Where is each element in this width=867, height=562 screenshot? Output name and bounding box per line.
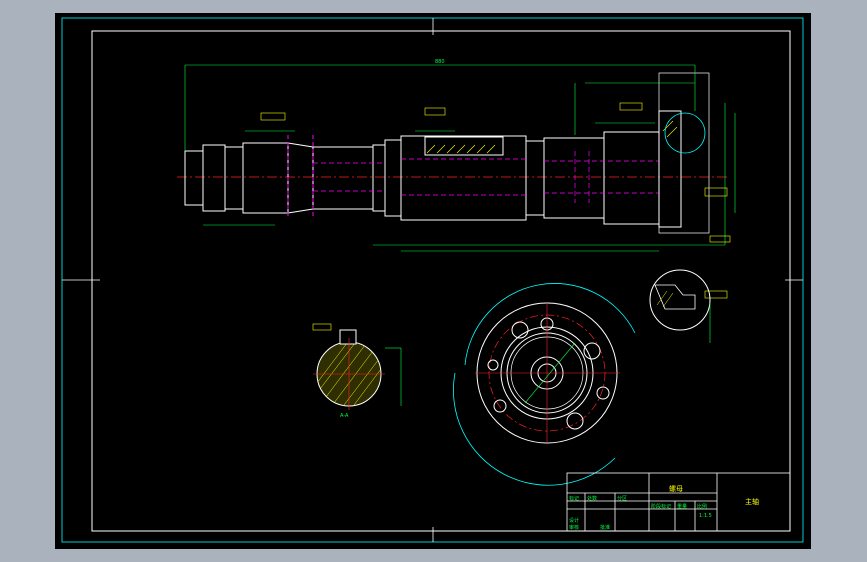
section-label: A-A — [340, 413, 349, 419]
title-cell-weight: 重量 — [677, 504, 688, 510]
title-cell-approve: 批准 — [600, 525, 611, 531]
title-cell-review: 审核 — [569, 525, 580, 531]
dimensions — [184, 64, 736, 252]
title-cell-1: 标记 — [569, 496, 580, 502]
dim-overall: 880 — [435, 59, 445, 65]
centering-marks — [62, 18, 803, 542]
cad-drawing-viewport[interactable]: 880 A-A 螺母 主轴 标记 处数 分区 设计 阶段标记 重量 比例 1:1… — [55, 13, 811, 549]
title-cell-stage: 阶段标记 — [651, 504, 672, 510]
title-cell-design: 设计 — [569, 518, 580, 524]
title-part-name: 螺母 — [669, 485, 683, 493]
title-cell-scale: 比例 — [697, 504, 708, 510]
tolerance-frames — [260, 102, 731, 299]
drawing-canvas: 880 A-A — [61, 17, 804, 543]
shaft-main-view — [177, 72, 727, 234]
section-a-a: A-A — [312, 323, 402, 419]
detail-view — [649, 269, 711, 343]
outer-frame — [61, 17, 804, 543]
title-cell-2: 处数 — [587, 496, 598, 502]
inner-border — [91, 30, 791, 532]
title-drawing-no: 主轴 — [745, 498, 759, 506]
title-cell-3: 分区 — [617, 496, 628, 502]
flange-end-view — [453, 283, 636, 486]
title-scale-value: 1:1.5 — [699, 513, 712, 519]
